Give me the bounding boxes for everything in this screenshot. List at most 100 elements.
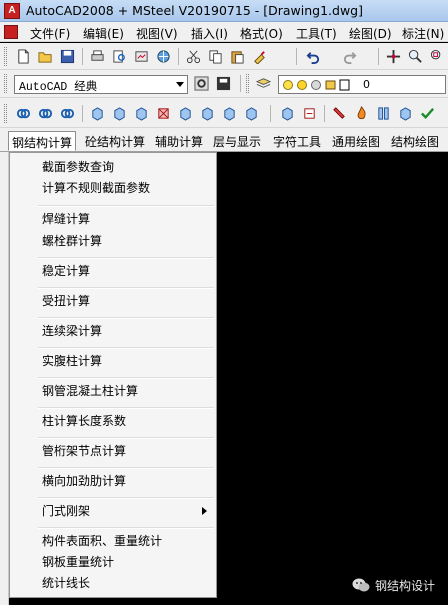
- box-tool-7-icon[interactable]: [220, 104, 238, 122]
- menu-item-column-length-factor[interactable]: 柱计算长度系数: [10, 411, 216, 431]
- box-tool-6-icon[interactable]: [198, 104, 216, 122]
- paste-icon[interactable]: [228, 47, 246, 65]
- menu-item-stability-calc[interactable]: 稳定计算: [10, 261, 216, 281]
- save-icon[interactable]: [58, 47, 76, 65]
- menu-item-transverse-stiffener-calc[interactable]: 横向加劲肋计算: [10, 471, 216, 491]
- menu-separator: [38, 377, 214, 379]
- box-tool-2-icon[interactable]: [110, 104, 128, 122]
- menu-item-portal-frame-label: 门式刚架: [42, 504, 91, 518]
- fire-tool-icon[interactable]: [352, 104, 370, 122]
- menu-item-torsion-calc[interactable]: 受扭计算: [10, 291, 216, 311]
- box-tool-4-icon[interactable]: [154, 104, 172, 122]
- left-toolbar-gutter: [0, 152, 9, 605]
- tool-tab-bar: 钢结构计算 砼结构计算 辅助计算 层与显示 字符工具 通用绘图 结构绘图: [0, 128, 448, 152]
- wechat-watermark: 钢结构设计: [352, 576, 435, 594]
- menu-item-line-length-stats[interactable]: 统计线长: [10, 573, 216, 593]
- menu-format[interactable]: 格式(O): [240, 25, 283, 42]
- menu-view[interactable]: 视图(V): [136, 25, 178, 42]
- menu-separator: [38, 407, 214, 409]
- document-menu-icon[interactable]: [4, 25, 18, 39]
- steel-calc-dropdown-menu: 截面参数查询 计算不规则截面参数 焊缝计算 螺栓群计算 稳定计算 受扭计算 连续…: [9, 152, 217, 598]
- cut-icon[interactable]: [184, 47, 202, 65]
- chevron-down-icon: [176, 82, 184, 87]
- zoom-window-icon[interactable]: [428, 47, 446, 65]
- menu-separator: [38, 497, 214, 499]
- box-tool-10-icon[interactable]: [300, 104, 318, 122]
- menu-tools[interactable]: 工具(T): [296, 25, 337, 42]
- box-tool-3-icon[interactable]: [132, 104, 150, 122]
- tab-layers-display[interactable]: 层与显示: [210, 131, 264, 151]
- menu-item-bolt-group-calc[interactable]: 螺栓群计算: [10, 231, 216, 251]
- redo-icon[interactable]: [340, 47, 358, 65]
- menu-item-plate-weight-stats[interactable]: 钢板重量统计: [10, 552, 216, 572]
- layer-value: 0: [363, 78, 370, 91]
- title-bar: A AutoCAD2008 + MSteel V20190715 - [Draw…: [0, 0, 448, 22]
- tab-general-drawing[interactable]: 通用绘图: [329, 131, 383, 151]
- undo-icon[interactable]: [304, 47, 322, 65]
- menu-item-pipe-truss-joint-calc[interactable]: 管桁架节点计算: [10, 441, 216, 461]
- plot-icon[interactable]: [88, 47, 106, 65]
- menu-item-surface-area-weight-stats[interactable]: 构件表面积、重量统计: [10, 531, 216, 551]
- match-properties-icon[interactable]: [250, 47, 268, 65]
- menu-edit[interactable]: 编辑(E): [83, 25, 124, 42]
- new-file-icon[interactable]: [14, 47, 32, 65]
- standard-toolbar: [0, 43, 448, 70]
- workspace-settings-icon[interactable]: [192, 74, 210, 92]
- ring-tool-3-icon[interactable]: [58, 104, 76, 122]
- tab-concrete-structure-calc[interactable]: 砼结构计算: [82, 131, 148, 151]
- menu-item-section-property-query[interactable]: 截面参数查询: [10, 157, 216, 177]
- menu-separator: [38, 205, 214, 207]
- toolbar-grip[interactable]: [4, 74, 7, 93]
- column-tool-icon[interactable]: [374, 104, 392, 122]
- plot-preview-icon[interactable]: [110, 47, 128, 65]
- ring-tool-2-icon[interactable]: [36, 104, 54, 122]
- box-tool-8-icon[interactable]: [242, 104, 260, 122]
- publish-icon[interactable]: [132, 47, 150, 65]
- menu-separator: [38, 467, 214, 469]
- check-tool-icon[interactable]: [418, 104, 436, 122]
- tab-text-tools[interactable]: 字符工具: [270, 131, 324, 151]
- beam-tool-icon[interactable]: [396, 104, 414, 122]
- open-folder-icon[interactable]: [36, 47, 54, 65]
- tab-structure-drawing[interactable]: 结构绘图: [388, 131, 442, 151]
- box-tool-5-icon[interactable]: [176, 104, 194, 122]
- 3d-dwf-icon[interactable]: [154, 47, 172, 65]
- menu-draw[interactable]: 绘图(D): [349, 25, 392, 42]
- menu-item-continuous-beam-calc[interactable]: 连续梁计算: [10, 321, 216, 341]
- menu-separator: [38, 287, 214, 289]
- tab-steel-structure-calc[interactable]: 钢结构计算: [8, 131, 77, 151]
- watermark-text: 钢结构设计: [375, 578, 436, 593]
- menu-file[interactable]: 文件(F): [30, 25, 70, 42]
- box-tool-9-icon[interactable]: [278, 104, 296, 122]
- workspace-dropdown[interactable]: AutoCAD 经典: [14, 75, 188, 94]
- ring-tool-1-icon[interactable]: [14, 104, 32, 122]
- menu-item-solid-web-column-calc[interactable]: 实腹柱计算: [10, 351, 216, 371]
- zoom-realtime-icon[interactable]: [406, 47, 424, 65]
- autocad-app-icon[interactable]: A: [4, 3, 20, 19]
- menu-separator: [38, 527, 214, 529]
- pin-tool-icon[interactable]: [330, 104, 348, 122]
- toolbar-grip[interactable]: [246, 74, 249, 93]
- menu-insert[interactable]: 插入(I): [191, 25, 228, 42]
- submenu-arrow-icon: [202, 507, 207, 515]
- menu-item-cfst-column-calc[interactable]: 钢管混凝土柱计算: [10, 381, 216, 401]
- menu-separator: [38, 437, 214, 439]
- msteel-toolbar: [0, 98, 448, 128]
- menu-item-irregular-section-calc[interactable]: 计算不规则截面参数: [10, 178, 216, 198]
- layer-manager-icon[interactable]: [254, 74, 272, 92]
- menu-item-portal-frame[interactable]: 门式刚架: [10, 501, 216, 521]
- menu-bar: 文件(F) 编辑(E) 视图(V) 插入(I) 格式(O) 工具(T) 绘图(D…: [0, 22, 448, 42]
- menu-item-weld-calc[interactable]: 焊缝计算: [10, 209, 216, 229]
- tab-auxiliary-calc[interactable]: 辅助计算: [152, 131, 206, 151]
- toolbar-grip[interactable]: [4, 104, 7, 123]
- menu-dimension[interactable]: 标注(N): [402, 25, 444, 42]
- layer-dropdown[interactable]: 0: [278, 75, 446, 94]
- copy-icon[interactable]: [206, 47, 224, 65]
- box-tool-1-icon[interactable]: [88, 104, 106, 122]
- workspace-value: AutoCAD 经典: [19, 81, 98, 94]
- window-title: AutoCAD2008 + MSteel V20190715 - [Drawin…: [26, 3, 363, 18]
- toolbar-grip[interactable]: [4, 47, 7, 66]
- pan-icon[interactable]: [384, 47, 402, 65]
- workspace-save-icon[interactable]: [214, 74, 232, 92]
- drawing-canvas[interactable]: [217, 152, 448, 605]
